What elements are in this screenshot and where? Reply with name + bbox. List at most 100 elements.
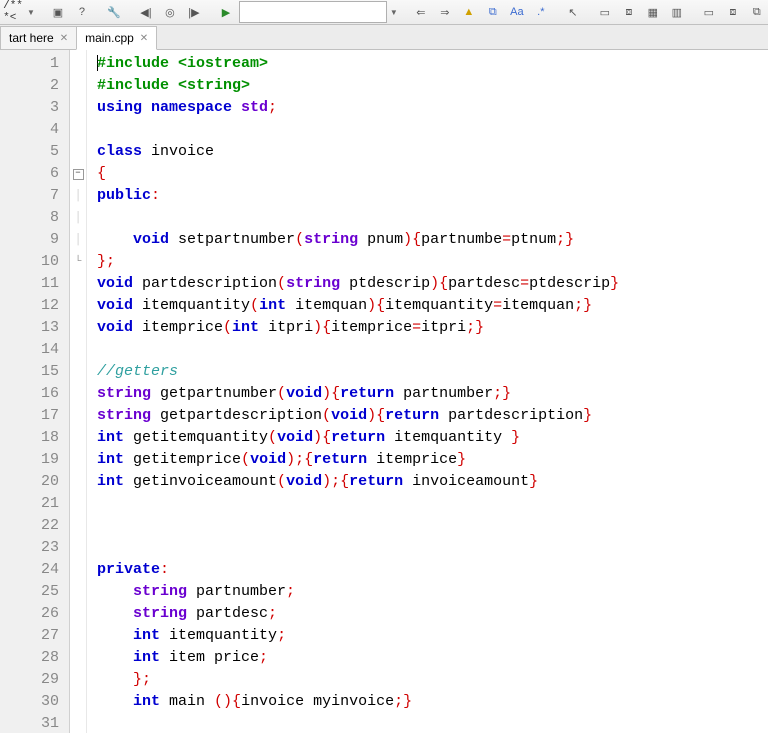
fold-marker[interactable] <box>70 669 86 691</box>
tab-main-cpp[interactable]: main.cpp ✕ <box>76 26 157 50</box>
fold-marker[interactable] <box>70 537 86 559</box>
code-line[interactable]: int main (){invoice myinvoice;} <box>97 691 768 713</box>
code-line[interactable]: int itemquantity; <box>97 625 768 647</box>
fold-marker[interactable] <box>70 273 86 295</box>
line-number: 23 <box>0 537 59 559</box>
fold-marker[interactable] <box>70 119 86 141</box>
fold-marker[interactable] <box>70 471 86 493</box>
fold-marker[interactable] <box>70 625 86 647</box>
code-area[interactable]: #include <iostream>#include <string>usin… <box>87 50 768 733</box>
nav-forward-icon[interactable]: ⇒ <box>434 3 456 21</box>
code-line[interactable]: class invoice <box>97 141 768 163</box>
doxygen-dropdown[interactable]: ▼ <box>25 8 37 17</box>
target-dropdown[interactable]: ▼ <box>388 8 400 17</box>
fold-marker[interactable] <box>70 97 86 119</box>
run-doxy-icon[interactable]: ▣ <box>47 3 69 21</box>
code-line[interactable]: int getinvoiceamount(void);{return invoi… <box>97 471 768 493</box>
fold-marker[interactable] <box>70 449 86 471</box>
select-icon[interactable]: ⧉ <box>482 3 504 21</box>
line-number: 31 <box>0 713 59 733</box>
code-line[interactable]: }; <box>97 669 768 691</box>
code-line[interactable]: void setpartnumber(string pnum){partnumb… <box>97 229 768 251</box>
code-line[interactable]: public: <box>97 185 768 207</box>
code-line[interactable]: void partdescription(string ptdescrip){p… <box>97 273 768 295</box>
fold-marker[interactable]: │ <box>70 185 86 207</box>
line-number: 21 <box>0 493 59 515</box>
fold-marker[interactable]: − <box>70 163 86 185</box>
bookmark-dot-icon[interactable]: ◎ <box>159 3 181 21</box>
fold-marker[interactable] <box>70 295 86 317</box>
fold-marker[interactable] <box>70 493 86 515</box>
code-line[interactable]: string getpartdescription(void){return p… <box>97 405 768 427</box>
fold-column[interactable]: −│││└ <box>70 50 87 733</box>
fold-marker[interactable] <box>70 427 86 449</box>
code-line[interactable]: int getitemprice(void);{return itemprice… <box>97 449 768 471</box>
regex-icon[interactable]: .* <box>530 3 552 21</box>
code-line[interactable]: //getters <box>97 361 768 383</box>
code-line[interactable] <box>97 119 768 141</box>
fold-marker[interactable] <box>70 691 86 713</box>
fold-marker[interactable] <box>70 53 86 75</box>
code-line[interactable]: void itemquantity(int itemquan){itemquan… <box>97 295 768 317</box>
code-line[interactable]: private: <box>97 559 768 581</box>
layout-grid-icon[interactable]: ▦ <box>642 3 664 21</box>
code-line[interactable]: #include <string> <box>97 75 768 97</box>
code-line[interactable] <box>97 493 768 515</box>
next-bookmark-icon[interactable]: |▶ <box>183 3 205 21</box>
code-line[interactable]: int getitemquantity(void){return itemqua… <box>97 427 768 449</box>
fold-marker[interactable]: │ <box>70 207 86 229</box>
fold-marker[interactable] <box>70 603 86 625</box>
fold-marker[interactable] <box>70 75 86 97</box>
fold-marker[interactable] <box>70 581 86 603</box>
code-line[interactable] <box>97 713 768 733</box>
view-min-icon[interactable]: ▭ <box>698 3 720 21</box>
match-case-icon[interactable]: Aa <box>506 3 528 21</box>
code-line[interactable]: int item price; <box>97 647 768 669</box>
code-line[interactable] <box>97 515 768 537</box>
code-line[interactable]: using namespace std; <box>97 97 768 119</box>
fold-marker[interactable] <box>70 141 86 163</box>
doxy-help-icon[interactable]: ? <box>71 3 93 21</box>
run-icon[interactable]: ▶ <box>215 3 237 21</box>
layout-panel-icon[interactable]: ▥ <box>666 3 688 21</box>
code-line[interactable]: void itemprice(int itpri){itemprice=itpr… <box>97 317 768 339</box>
layout-split-h-icon[interactable]: ⧈ <box>618 3 640 21</box>
cursor-icon[interactable]: ↖ <box>562 3 584 21</box>
code-line[interactable] <box>97 339 768 361</box>
line-number: 14 <box>0 339 59 361</box>
target-combo[interactable] <box>239 1 387 23</box>
code-line[interactable] <box>97 207 768 229</box>
line-number: 6 <box>0 163 59 185</box>
layout-single-icon[interactable]: ▭ <box>594 3 616 21</box>
code-line[interactable]: #include <iostream> <box>97 53 768 75</box>
code-line[interactable]: string getpartnumber(void){return partnu… <box>97 383 768 405</box>
close-icon[interactable]: ✕ <box>140 33 148 44</box>
code-line[interactable]: }; <box>97 251 768 273</box>
code-line[interactable] <box>97 537 768 559</box>
fold-marker[interactable] <box>70 361 86 383</box>
prev-bookmark-icon[interactable]: ◀| <box>135 3 157 21</box>
fold-marker[interactable]: │ <box>70 229 86 251</box>
fold-marker[interactable] <box>70 405 86 427</box>
fold-marker[interactable] <box>70 339 86 361</box>
fold-marker[interactable] <box>70 515 86 537</box>
fold-marker[interactable] <box>70 317 86 339</box>
wrench-icon[interactable]: 🔧 <box>103 3 125 21</box>
fold-marker[interactable] <box>70 559 86 581</box>
code-line[interactable]: string partnumber; <box>97 581 768 603</box>
fold-marker[interactable] <box>70 647 86 669</box>
nav-back-icon[interactable]: ⇐ <box>410 3 432 21</box>
fold-marker[interactable] <box>70 383 86 405</box>
line-number: 25 <box>0 581 59 603</box>
line-number: 2 <box>0 75 59 97</box>
code-line[interactable]: string partdesc; <box>97 603 768 625</box>
highlight-icon[interactable]: ▲ <box>458 3 480 21</box>
tab-start-here[interactable]: tart here ✕ <box>0 26 77 49</box>
fold-marker[interactable]: └ <box>70 251 86 273</box>
fold-marker[interactable] <box>70 713 86 733</box>
close-icon[interactable]: ✕ <box>60 33 68 44</box>
code-line[interactable]: { <box>97 163 768 185</box>
view-v-icon[interactable]: ⧉ <box>746 3 768 21</box>
doxygen-button[interactable]: /** *< <box>2 3 24 21</box>
view-h-icon[interactable]: ⧈ <box>722 3 744 21</box>
